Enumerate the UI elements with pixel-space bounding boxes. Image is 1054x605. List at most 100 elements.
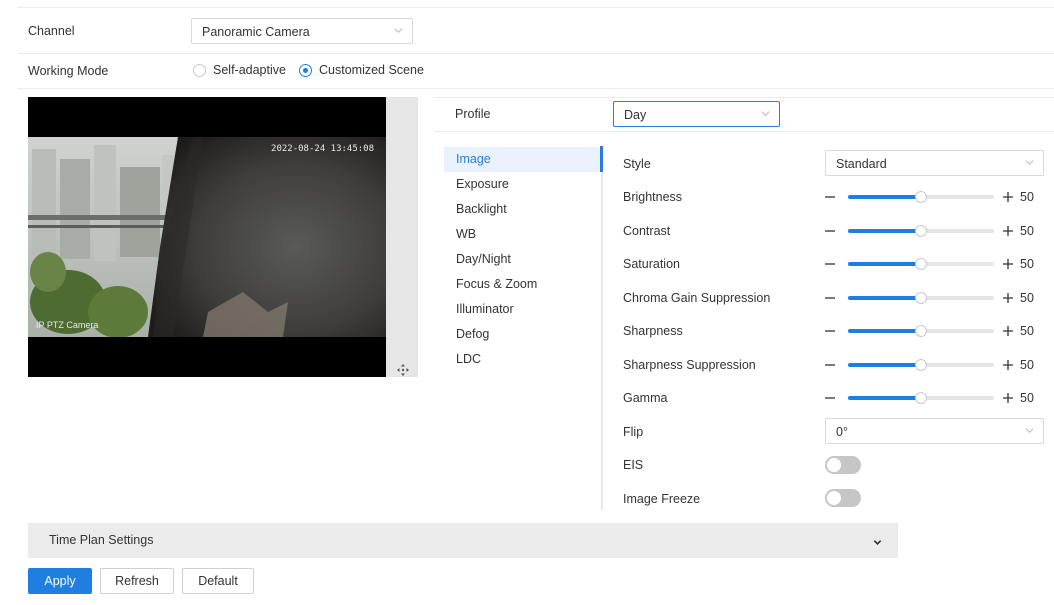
style-select-value: Standard <box>836 157 887 171</box>
slider-label: Saturation <box>623 257 680 271</box>
slider-track[interactable] <box>848 258 994 270</box>
slider-thumb[interactable] <box>915 292 927 304</box>
menu-active-indicator <box>600 146 603 172</box>
channel-select[interactable]: Panoramic Camera <box>191 18 413 44</box>
slider-value: 50 <box>1020 391 1034 405</box>
slider-fill <box>848 396 921 400</box>
slider-thumb[interactable] <box>915 392 927 404</box>
channel-select-value: Panoramic Camera <box>202 25 310 39</box>
slider-thumb[interactable] <box>915 325 927 337</box>
radio-customized-scene[interactable]: Customized Scene <box>299 63 424 77</box>
flip-label: Flip <box>623 425 644 439</box>
slider-value: 50 <box>1020 324 1034 338</box>
working-mode-row-divider <box>18 88 1054 89</box>
slider-track[interactable] <box>848 191 994 203</box>
default-button[interactable]: Default <box>182 568 254 594</box>
slider-fill <box>848 195 921 199</box>
chevron-down-icon <box>873 536 882 550</box>
flip-select-value: 0° <box>836 425 848 439</box>
slider-fill <box>848 229 921 233</box>
slider-thumb[interactable] <box>915 359 927 371</box>
plus-icon[interactable] <box>1002 191 1014 203</box>
slider-label: Sharpness <box>623 324 683 338</box>
slider-label: Contrast <box>623 224 671 238</box>
menu-item-focus-zoom[interactable]: Focus & Zoom <box>444 272 600 297</box>
menu-item-defog[interactable]: Defog <box>444 322 600 347</box>
profile-select-value: Day <box>624 108 647 122</box>
menu-item-backlight[interactable]: Backlight <box>444 197 600 222</box>
video-frame-image <box>28 97 386 377</box>
menu-item-illuminator[interactable]: Illuminator <box>444 297 600 322</box>
profile-select[interactable]: Day <box>613 101 780 127</box>
minus-icon[interactable] <box>824 292 836 304</box>
slider-value: 50 <box>1020 257 1034 271</box>
slider-value: 50 <box>1020 224 1034 238</box>
profile-row-divider-top <box>434 97 1054 98</box>
menu-divider <box>601 146 603 510</box>
video-channel-name: IP PTZ Camera <box>36 320 99 330</box>
working-mode-label: Working Mode <box>28 64 109 78</box>
channel-label: Channel <box>28 24 75 38</box>
eis-toggle[interactable] <box>825 456 861 474</box>
menu-item-ldc[interactable]: LDC <box>444 347 600 372</box>
plus-icon[interactable] <box>1002 392 1014 404</box>
plus-icon[interactable] <box>1002 359 1014 371</box>
plus-icon[interactable] <box>1002 258 1014 270</box>
video-side-panel <box>386 97 418 377</box>
slider-label: Sharpness Suppression <box>623 358 756 372</box>
image-freeze-toggle[interactable] <box>825 489 861 507</box>
refresh-button[interactable]: Refresh <box>100 568 174 594</box>
radio-label: Self-adaptive <box>213 63 286 77</box>
minus-icon[interactable] <box>824 191 836 203</box>
minus-icon[interactable] <box>824 392 836 404</box>
flip-select[interactable]: 0° <box>825 418 1044 444</box>
style-select[interactable]: Standard <box>825 150 1044 176</box>
menu-item-day-night[interactable]: Day/Night <box>444 247 600 272</box>
style-label: Style <box>623 157 651 171</box>
slider-fill <box>848 329 921 333</box>
time-plan-bar[interactable]: Time Plan Settings <box>28 523 898 558</box>
slider-value: 50 <box>1020 358 1034 372</box>
chevron-down-icon <box>761 109 770 117</box>
chevron-down-icon <box>394 26 403 34</box>
toggle-knob <box>827 491 841 505</box>
slider-fill <box>848 296 921 300</box>
slider-track[interactable] <box>848 392 994 404</box>
slider-track[interactable] <box>848 292 994 304</box>
time-plan-label: Time Plan Settings <box>49 533 154 547</box>
slider-thumb[interactable] <box>915 191 927 203</box>
video-preview[interactable]: 2022-08-24 13:45:08 IP PTZ Camera <box>28 97 386 377</box>
plus-icon[interactable] <box>1002 292 1014 304</box>
slider-fill <box>848 363 921 367</box>
radio-label: Customized Scene <box>319 63 424 77</box>
slider-thumb[interactable] <box>915 258 927 270</box>
radio-circle <box>193 63 206 77</box>
chevron-down-icon <box>1025 158 1034 166</box>
slider-label: Brightness <box>623 190 683 204</box>
slider-track[interactable] <box>848 359 994 371</box>
plus-icon[interactable] <box>1002 325 1014 337</box>
menu-item-wb[interactable]: WB <box>444 222 600 247</box>
video-timestamp: 2022-08-24 13:45:08 <box>271 144 374 154</box>
apply-button[interactable]: Apply <box>28 568 92 594</box>
menu-item-exposure[interactable]: Exposure <box>444 172 600 197</box>
top-divider <box>18 7 1054 8</box>
minus-icon[interactable] <box>824 258 836 270</box>
slider-fill <box>848 262 921 266</box>
profile-row-divider <box>434 131 1054 132</box>
image-freeze-label: Image Freeze <box>623 492 701 506</box>
menu-item-image[interactable]: Image <box>444 147 600 172</box>
plus-icon[interactable] <box>1002 225 1014 237</box>
minus-icon[interactable] <box>824 325 836 337</box>
slider-track[interactable] <box>848 325 994 337</box>
minus-icon[interactable] <box>824 359 836 371</box>
move-arrows-icon[interactable] <box>397 364 409 376</box>
slider-value: 50 <box>1020 291 1034 305</box>
radio-circle-selected <box>299 63 312 77</box>
slider-thumb[interactable] <box>915 225 927 237</box>
minus-icon[interactable] <box>824 225 836 237</box>
radio-self-adaptive[interactable]: Self-adaptive <box>193 63 286 77</box>
eis-label: EIS <box>623 458 644 472</box>
slider-value: 50 <box>1020 190 1034 204</box>
slider-track[interactable] <box>848 225 994 237</box>
